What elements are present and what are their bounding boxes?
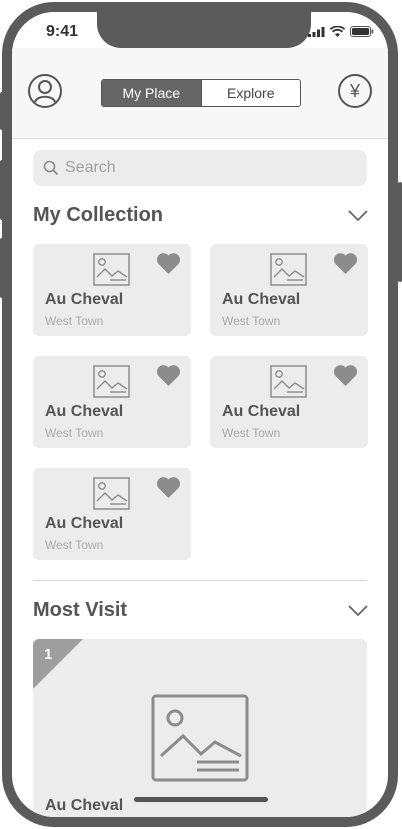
home-indicator[interactable] [134, 797, 268, 802]
heart-icon[interactable] [156, 364, 181, 387]
tab-my-place[interactable]: My Place [102, 80, 201, 106]
place-name: Au Cheval [45, 291, 124, 308]
place-name: Au Cheval [45, 515, 124, 532]
heart-icon[interactable] [156, 252, 181, 275]
place-name: Au Cheval [222, 403, 301, 420]
image-placeholder-icon [93, 365, 130, 398]
battery-icon [350, 26, 374, 37]
place-area: West Town [222, 426, 281, 440]
segmented-control: My Place Explore [101, 79, 301, 107]
rank-number: 1 [44, 646, 53, 663]
avatar-button[interactable] [28, 74, 62, 108]
image-placeholder-icon [93, 477, 130, 510]
search-icon [43, 160, 59, 176]
section-divider [33, 580, 367, 581]
search-input[interactable]: Search [33, 150, 367, 186]
place-name: Au Cheval [222, 291, 301, 308]
place-area: West Town [45, 314, 104, 328]
place-name: Au Cheval [45, 797, 124, 814]
status-time: 9:41 [46, 23, 79, 40]
image-placeholder-icon [270, 253, 307, 286]
phone-frame: 9:41 My Place Explore ¥ Search My Collec… [2, 2, 398, 827]
tab-explore[interactable]: Explore [200, 80, 300, 106]
image-placeholder-icon [93, 253, 130, 286]
image-placeholder-icon [151, 694, 249, 782]
collection-card[interactable]: Au Cheval West Town [33, 244, 191, 336]
search-placeholder: Search [65, 159, 116, 176]
collection-card[interactable]: Au Cheval West Town [33, 468, 191, 560]
visit-count: 12 visit [317, 819, 355, 827]
notch [97, 12, 311, 48]
collection-card[interactable]: Au Cheval West Town [33, 356, 191, 448]
chevron-down-icon[interactable] [348, 605, 368, 617]
place-area: West Town [222, 314, 281, 328]
place-area: West Town [45, 819, 104, 827]
power-button [398, 182, 402, 282]
collection-card[interactable]: Au Cheval West Town [210, 356, 368, 448]
section-title-my-collection: My Collection [33, 204, 164, 226]
place-area: West Town [45, 538, 104, 552]
heart-icon[interactable] [333, 252, 358, 275]
app-header: My Place Explore ¥ [12, 48, 388, 139]
signal-icon [308, 26, 325, 37]
yen-circle-icon: ¥ [349, 80, 360, 101]
wifi-icon [330, 26, 345, 37]
section-title-most-visit: Most Visit [33, 599, 128, 621]
collection-card[interactable]: Au Cheval West Town [210, 244, 368, 336]
chevron-down-icon[interactable] [348, 210, 368, 222]
currency-button[interactable]: ¥ [338, 74, 372, 108]
image-placeholder-icon [270, 365, 307, 398]
status-icons [308, 26, 374, 37]
heart-icon[interactable] [333, 364, 358, 387]
place-area: West Town [45, 426, 104, 440]
user-circle-icon [34, 80, 56, 103]
heart-icon[interactable] [156, 476, 181, 499]
rank-badge [33, 639, 83, 689]
place-name: Au Cheval [45, 403, 124, 420]
